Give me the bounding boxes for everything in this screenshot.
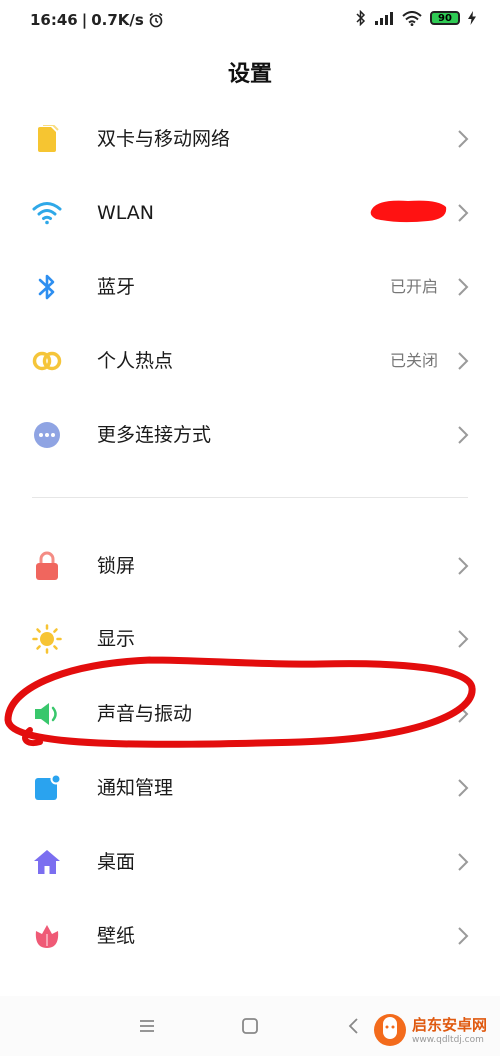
settings-item-bluetooth[interactable]: 蓝牙 已开启 (0, 250, 500, 322)
section-divider (32, 497, 468, 498)
chevron-right-icon (458, 352, 469, 370)
chevron-right-icon (458, 557, 469, 575)
settings-item-display[interactable]: 显示 (0, 602, 500, 674)
settings-item-sound-vibration[interactable]: 声音与振动 (0, 677, 500, 749)
watermark-logo: 启东安卓网 www.qdltdj.com (372, 1010, 500, 1056)
watermark-name: 启东安卓网 (412, 1016, 488, 1034)
home-icon (32, 847, 62, 877)
status-right: 90 (356, 10, 476, 26)
bluetooth-icon (356, 10, 366, 26)
wallpaper-icon (32, 921, 62, 951)
bluetooth-icon (32, 272, 62, 302)
lock-icon (32, 551, 62, 581)
sun-icon (32, 624, 62, 654)
settings-item-label: 个人热点 (97, 350, 174, 372)
settings-item-hotspot[interactable]: 个人热点 已关闭 (0, 324, 500, 396)
chevron-right-icon (458, 927, 469, 945)
notification-icon (32, 773, 62, 803)
home-square-icon[interactable] (241, 1017, 259, 1035)
alarm-icon (149, 12, 163, 28)
settings-item-label: WLAN (97, 202, 155, 224)
settings-item-value: 已开启 (389, 277, 438, 296)
settings-item-label: 桌面 (97, 851, 136, 873)
settings-item-wallpaper[interactable]: 壁纸 (0, 899, 500, 971)
status-separator: | (81, 11, 88, 29)
settings-item-label: 通知管理 (97, 777, 174, 799)
charging-icon (468, 11, 476, 25)
chevron-right-icon (458, 779, 469, 797)
wifi-icon (32, 198, 62, 228)
chevron-right-icon (458, 630, 469, 648)
battery-icon: 90 (430, 11, 460, 25)
settings-item-notifications[interactable]: 通知管理 (0, 751, 500, 823)
settings-item-label: 声音与振动 (97, 703, 193, 725)
signal-icon (375, 12, 393, 25)
settings-item-lock-screen[interactable]: 锁屏 (0, 529, 500, 601)
settings-item-more-connections[interactable]: 更多连接方式 (0, 398, 500, 470)
settings-item-value: 已关闭 (389, 351, 438, 370)
sim-card-icon (32, 124, 62, 154)
page-title: 设置 (227, 62, 272, 87)
status-left: 16:46 | 0.7K/s (30, 11, 164, 29)
chevron-right-icon (458, 130, 469, 148)
settings-item-label: 显示 (97, 628, 136, 650)
settings-item-label: 壁纸 (97, 925, 136, 947)
watermark-url: www.qdltdj.com (412, 1035, 484, 1045)
redaction-mark (370, 200, 447, 223)
settings-item-label: 双卡与移动网络 (97, 128, 231, 150)
more-icon (32, 420, 62, 450)
chevron-right-icon (458, 278, 469, 296)
watermark-badge-icon (374, 1014, 406, 1046)
status-time: 16:46 (30, 11, 78, 29)
back-icon[interactable] (347, 1017, 361, 1035)
menu-icon[interactable] (138, 1018, 156, 1034)
settings-item-dual-sim[interactable]: 双卡与移动网络 (0, 102, 500, 174)
settings-item-desktop[interactable]: 桌面 (0, 825, 500, 897)
settings-item-label: 更多连接方式 (97, 424, 212, 446)
chevron-right-icon (458, 705, 469, 723)
hotspot-icon (32, 346, 62, 376)
speaker-icon (32, 699, 62, 729)
status-speed: 0.7K/s (91, 11, 144, 29)
chevron-right-icon (458, 204, 469, 222)
status-bar: 16:46 | 0.7K/s 90 (0, 0, 500, 40)
wifi-icon (402, 10, 422, 26)
settings-item-label: 蓝牙 (97, 276, 136, 298)
settings-item-label: 锁屏 (97, 555, 136, 577)
chevron-right-icon (458, 853, 469, 871)
chevron-right-icon (458, 426, 469, 444)
